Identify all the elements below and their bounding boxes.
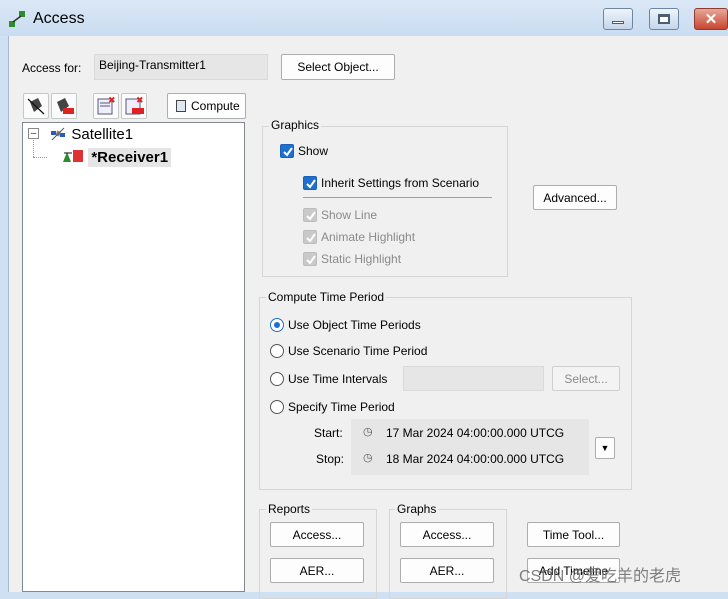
remove-access-icon: ✖	[97, 96, 116, 115]
radio-time-intervals[interactable]	[270, 372, 284, 386]
toolbar-button-2[interactable]	[51, 93, 77, 119]
toolbar-button-3[interactable]: ✖	[93, 93, 119, 119]
graphs-title: Graphs	[395, 502, 439, 516]
animate-highlight-checkbox	[303, 230, 317, 244]
stop-time-field[interactable]: 18 Mar 2024 04:00:00.000 UTCG	[386, 452, 564, 466]
calculator-icon	[176, 100, 186, 112]
dialog-body: Access for: Beijing-Transmitter1 Select …	[8, 36, 728, 599]
radio-scenario-time-period-label: Use Scenario Time Period	[288, 344, 428, 358]
window-title: Access	[33, 10, 85, 27]
compute-time-title: Compute Time Period	[266, 290, 387, 304]
access-for-field: Beijing-Transmitter1	[94, 54, 268, 80]
compute-button[interactable]: Compute	[167, 93, 246, 119]
time-intervals-field	[403, 366, 544, 391]
radio-specify-time-period-label: Specify Time Period	[288, 400, 395, 414]
toolbar-button-1[interactable]	[23, 93, 49, 119]
chevron-down-icon: ▼	[600, 443, 610, 453]
maximize-button[interactable]	[649, 8, 679, 30]
tree-item-receiver[interactable]: *Receiver1	[61, 148, 172, 167]
compute-button-label: Compute	[191, 99, 240, 113]
radio-object-time-periods-label: Use Object Time Periods	[288, 318, 421, 332]
tree-item-satellite[interactable]: Satellite1	[50, 126, 133, 143]
tree-collapse-toggle[interactable]: –	[28, 128, 39, 139]
start-label: Start:	[314, 426, 343, 440]
show-line-label: Show Line	[321, 208, 378, 222]
close-icon: ✕	[704, 11, 718, 28]
object-tree[interactable]: – Satellite1 *Receiver1	[22, 122, 245, 592]
satellite-access-icon	[27, 98, 45, 115]
select-object-button[interactable]: Select Object...	[281, 54, 395, 80]
svg-text:✖: ✖	[108, 96, 116, 106]
tree-item-label: *Receiver1	[88, 148, 172, 167]
reports-aer-button[interactable]: AER...	[270, 558, 364, 583]
svg-text:✖: ✖	[136, 96, 144, 106]
static-highlight-label: Static Highlight	[321, 252, 402, 266]
graphs-aer-button[interactable]: AER...	[400, 558, 494, 583]
watermark: CSDN @爱吃羊的老虎	[519, 568, 682, 585]
remove-all-access-icon: ✖	[125, 96, 144, 115]
clock-icon: ◷	[363, 426, 373, 438]
stop-label: Stop:	[316, 452, 345, 466]
start-time-field[interactable]: 17 Mar 2024 04:00:00.000 UTCG	[386, 426, 564, 440]
radio-time-intervals-label: Use Time Intervals	[288, 372, 388, 386]
graphics-group-title: Graphics	[269, 118, 322, 132]
tree-item-label: Satellite1	[71, 126, 134, 143]
receiver-icon	[63, 150, 83, 162]
static-highlight-checkbox	[303, 252, 317, 266]
graphs-access-button[interactable]: Access...	[400, 522, 494, 547]
show-line-checkbox	[303, 208, 317, 222]
inherit-settings-label: Inherit Settings from Scenario	[321, 176, 480, 190]
minimize-icon	[612, 20, 624, 24]
time-tool-button[interactable]: Time Tool...	[527, 522, 620, 547]
inherit-settings-checkbox[interactable]	[303, 176, 317, 190]
tree-connector	[33, 140, 34, 157]
tree-connector	[33, 157, 47, 158]
time-intervals-select-button: Select...	[552, 366, 620, 391]
radio-specify-time-period[interactable]	[270, 400, 284, 414]
close-button[interactable]: ✕	[694, 8, 728, 30]
clock-icon: ◷	[363, 452, 373, 464]
advanced-button[interactable]: Advanced...	[533, 185, 617, 210]
animate-highlight-label: Animate Highlight	[321, 230, 416, 244]
satellite-icon	[51, 127, 65, 141]
show-label: Show	[298, 144, 329, 158]
radio-scenario-time-period[interactable]	[270, 344, 284, 358]
toolbar-button-4[interactable]: ✖	[121, 93, 147, 119]
access-for-label: Access for:	[22, 61, 82, 75]
radio-object-time-periods[interactable]	[270, 318, 284, 332]
inherit-divider	[303, 197, 492, 198]
reports-title: Reports	[266, 502, 313, 516]
reports-access-button[interactable]: Access...	[270, 522, 364, 547]
all-access-icon	[57, 98, 74, 114]
access-app-icon	[8, 10, 26, 28]
minimize-button[interactable]	[603, 8, 633, 30]
time-dropdown-button[interactable]: ▼	[595, 437, 615, 459]
show-checkbox[interactable]	[280, 144, 294, 158]
maximize-icon	[658, 14, 670, 24]
